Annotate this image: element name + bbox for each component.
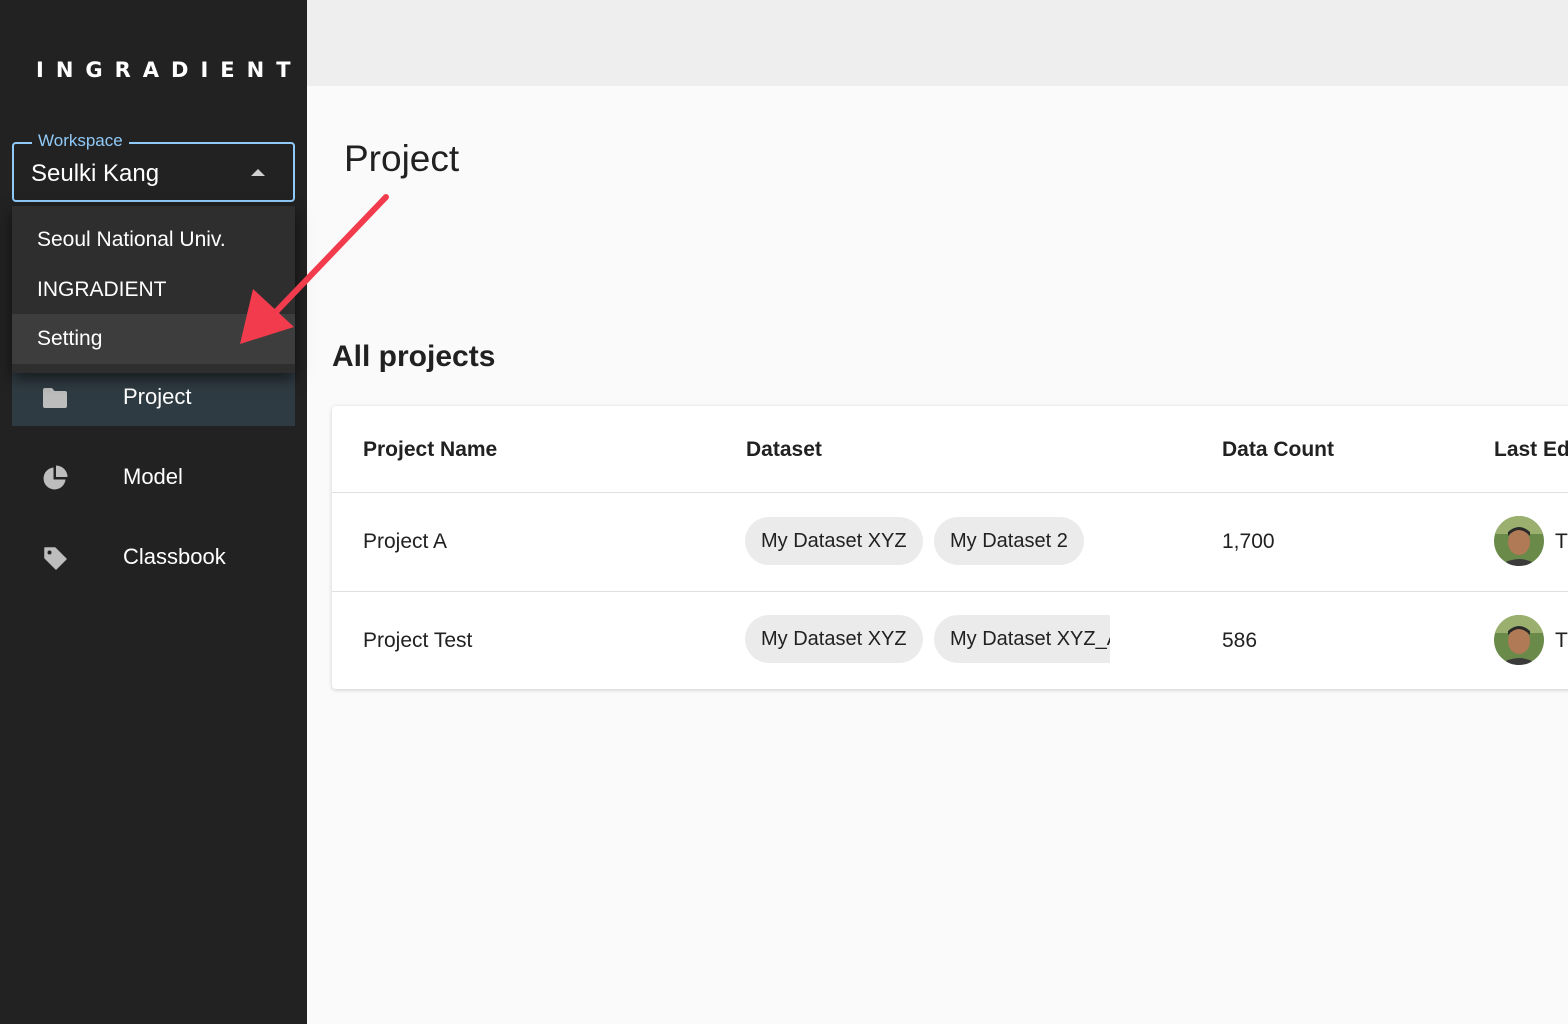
project-name-cell: Project A (363, 530, 448, 553)
workspace-option-ingradient[interactable]: INGRADIENT (12, 265, 295, 315)
sidebar-item-label: Project (123, 384, 192, 409)
folder-icon (42, 385, 68, 411)
page-title: Project (344, 138, 460, 179)
sidebar-item-label: Model (123, 464, 183, 489)
projects-table: Project Name Dataset Data Count Last Ed … (332, 406, 1568, 689)
sidebar-item-label: Classbook (123, 544, 226, 569)
data-count-cell: 1,700 (1222, 530, 1275, 553)
brand-logo: INGRADIENT (36, 58, 303, 82)
workspace-option-setting[interactable]: Setting (12, 314, 295, 364)
table-row[interactable]: Project Test My Dataset XYZ My Dataset X… (332, 592, 1568, 689)
sidebar-item-project[interactable]: Project (12, 368, 295, 426)
workspace-select[interactable]: Workspace Seulki Kang (12, 131, 295, 202)
last-editor-name: T (1555, 629, 1568, 652)
sidebar-item-classbook[interactable]: Classbook (12, 528, 295, 586)
dataset-chip[interactable]: My Dataset XYZ (745, 517, 923, 565)
tag-icon (42, 545, 68, 571)
app-bar (307, 0, 1568, 86)
column-header-last-edited: Last Ed (1494, 438, 1568, 461)
workspace-value: Seulki Kang (31, 160, 160, 187)
dataset-chip[interactable]: My Dataset XYZ (745, 615, 923, 663)
project-name-cell: Project Test (363, 629, 473, 652)
column-header-project-name: Project Name (363, 438, 498, 461)
sidebar: INGRADIENT Workspace Seulki Kang Seoul N… (0, 0, 307, 1024)
column-header-dataset: Dataset (746, 438, 822, 461)
sidebar-item-model[interactable]: Model (12, 448, 295, 506)
data-count-cell: 586 (1222, 629, 1258, 652)
section-title: All projects (332, 340, 496, 373)
dataset-chip[interactable]: My Dataset XYZ_A (934, 615, 1110, 663)
table-row[interactable]: Project A My Dataset XYZ My Dataset 2 1,… (332, 493, 1568, 591)
workspace-label: Workspace (32, 131, 129, 151)
pie-chart-icon (42, 465, 68, 491)
avatar (1494, 615, 1544, 665)
column-header-data-count: Data Count (1222, 438, 1334, 461)
last-editor-name: T (1555, 530, 1568, 553)
dataset-chip[interactable]: My Dataset 2 (934, 517, 1084, 565)
workspace-option-seoul-national-univ[interactable]: Seoul National Univ. (12, 215, 295, 265)
caret-up-icon (251, 169, 265, 176)
workspace-menu: Seoul National Univ. INGRADIENT Setting (12, 206, 295, 373)
avatar (1494, 516, 1544, 566)
